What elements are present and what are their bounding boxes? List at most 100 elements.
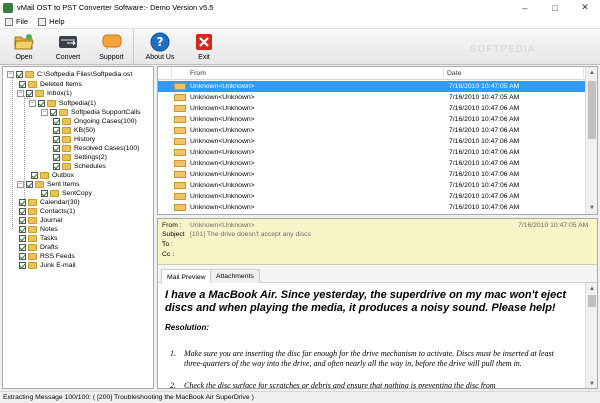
scroll-thumb[interactable] [588,81,596,139]
tree-item-journal[interactable]: Journal [19,216,62,225]
tree-item-inbox[interactable]: − Inbox(1) [17,89,72,98]
minimize-icon[interactable]: – [510,0,540,15]
maximize-icon[interactable]: □ [540,0,570,15]
tree-item-junk[interactable]: Junk E-mail [19,261,76,270]
table-row[interactable]: Unknown<Unknown> 7/16/2010 10:47:06 AM [158,136,586,147]
table-row[interactable]: Unknown<Unknown> 7/16/2010 10:47:06 AM [158,169,586,180]
preview-scrollbar[interactable]: ▲ ▼ [585,283,597,388]
folder-icon [28,226,37,233]
checkbox[interactable] [19,253,26,260]
checkbox[interactable] [19,244,26,251]
collapse-icon[interactable]: − [7,71,14,78]
tree-item-deleted[interactable]: Deleted Items [19,80,82,89]
scroll-down-icon[interactable]: ▼ [586,202,597,214]
scroll-up-icon[interactable]: ▲ [586,283,597,295]
tree-item-notes[interactable]: Notes [19,225,58,234]
checkbox[interactable] [19,217,26,224]
menu-file[interactable]: File [0,17,33,26]
tree-item-outbox[interactable]: Outbox [31,171,74,180]
menu-help[interactable]: Help [33,17,69,26]
checkbox[interactable] [19,226,26,233]
column-header-from[interactable]: From [172,67,444,80]
about-label: About Us [145,54,175,61]
exit-button[interactable]: Exit [182,29,226,65]
table-row[interactable]: Unknown<Unknown> 7/16/2010 10:47:05 AM [158,92,586,103]
checkbox[interactable] [53,163,60,170]
table-row[interactable]: Unknown<Unknown> 7/16/2010 10:47:06 AM [158,103,586,114]
table-row[interactable]: Unknown<Unknown> 7/16/2010 10:47:06 AM [158,147,586,158]
table-row[interactable]: Unknown<Unknown> 7/16/2010 10:47:06 AM [158,114,586,125]
tree-label: C:\Softpedia Files\Softpedia.ost [37,71,133,78]
checkbox[interactable] [19,208,26,215]
tree-root[interactable]: − C:\Softpedia Files\Softpedia.ost [7,70,132,79]
checkbox[interactable] [53,118,60,125]
collapse-icon[interactable]: − [17,90,24,97]
about-button[interactable]: ? About Us [138,29,182,65]
tree-item-resolved[interactable]: Resolved Cases(100) [53,144,139,153]
checkbox[interactable] [26,181,33,188]
tree-item-sentcopy[interactable]: SentCopy [41,189,92,198]
tree-label: Calendar(30) [40,199,80,206]
scroll-down-icon[interactable]: ▼ [586,378,597,388]
tree-item-contacts[interactable]: Contacts(1) [19,207,75,216]
open-button[interactable]: Open [2,29,46,65]
table-row[interactable]: Unknown<Unknown> 7/16/2010 10:47:06 AM [158,191,586,202]
tree-item-softpedia[interactable]: − Softpedia(1) [29,99,96,108]
checkbox[interactable] [19,262,26,269]
checkbox[interactable] [19,235,26,242]
message-list[interactable]: From Date Unknown<Unknown> 7/16/2010 10:4… [157,66,598,215]
open-label: Open [15,54,33,61]
tree-item-settings[interactable]: Settings(2) [53,153,107,162]
row-from: Unknown<Unknown> [190,127,255,134]
tree-item-drafts[interactable]: Drafts [19,243,58,252]
tree-item-ongoing[interactable]: Ongoing Cases(100) [53,117,137,126]
row-from: Unknown<Unknown> [190,182,255,189]
checkbox[interactable] [41,190,48,197]
column-header-date[interactable]: Date [444,67,584,80]
checkbox[interactable] [26,90,33,97]
app-icon [3,2,13,13]
table-row[interactable]: Unknown<Unknown> 7/16/2010 10:47:06 AM [158,180,586,191]
collapse-icon[interactable]: − [29,100,36,107]
tree-item-tasks[interactable]: Tasks [19,234,57,243]
checkbox[interactable] [19,199,26,206]
row-date: 7/16/2010 10:47:06 AM [449,204,520,211]
cc-field: Cc : [162,251,184,260]
checkbox[interactable] [31,172,38,179]
checkbox[interactable] [53,145,60,152]
checkbox[interactable] [50,109,57,116]
support-button[interactable]: Support [90,29,134,65]
table-row[interactable]: Unknown<Unknown> 7/16/2010 10:47:06 AM [158,158,586,169]
scroll-thumb[interactable] [588,295,596,307]
tree-item-supportcalls[interactable]: − Softpedia SupportCalls [41,108,141,117]
folder-icon [35,181,44,188]
table-row[interactable]: Unknown<Unknown> 7/16/2010 10:47:06 AM [158,125,586,136]
tree-item-kb[interactable]: KB(50) [53,126,95,135]
folder-tree[interactable]: − C:\Softpedia Files\Softpedia.ost Delete… [2,66,154,389]
row-from: Unknown<Unknown> [190,83,255,90]
tree-label: Outbox [52,172,74,179]
tab-mail-preview[interactable]: Mail Preview [161,269,212,284]
close-icon[interactable]: ✕ [570,0,600,15]
tree-item-rss[interactable]: RSS Feeds [19,252,75,261]
scroll-up-icon[interactable]: ▲ [586,67,597,79]
checkbox[interactable] [16,71,23,78]
message-list-scrollbar[interactable]: ▲ ▼ [585,67,597,214]
checkbox[interactable] [53,127,60,134]
checkbox[interactable] [19,81,26,88]
tab-attachments[interactable]: Attachments [210,269,260,283]
checkbox[interactable] [53,154,60,161]
tree-item-sent[interactable]: − Sent Items [17,180,80,189]
tree-item-schedules[interactable]: Schedules [53,162,106,171]
table-row[interactable]: Unknown<Unknown> 7/16/2010 10:47:06 AM [158,202,586,213]
checkbox[interactable] [53,136,60,143]
collapse-icon[interactable]: − [17,181,24,188]
convert-button[interactable]: Convert [46,29,90,65]
checkbox[interactable] [38,100,45,107]
tree-item-history[interactable]: History [53,135,95,144]
collapse-icon[interactable]: − [41,109,48,116]
folder-icon [28,81,37,88]
envelope-icon [174,105,186,112]
tree-item-calendar[interactable]: Calendar(30) [19,198,80,207]
table-row[interactable]: Unknown<Unknown> 7/16/2010 10:47:05 AM [158,81,586,92]
